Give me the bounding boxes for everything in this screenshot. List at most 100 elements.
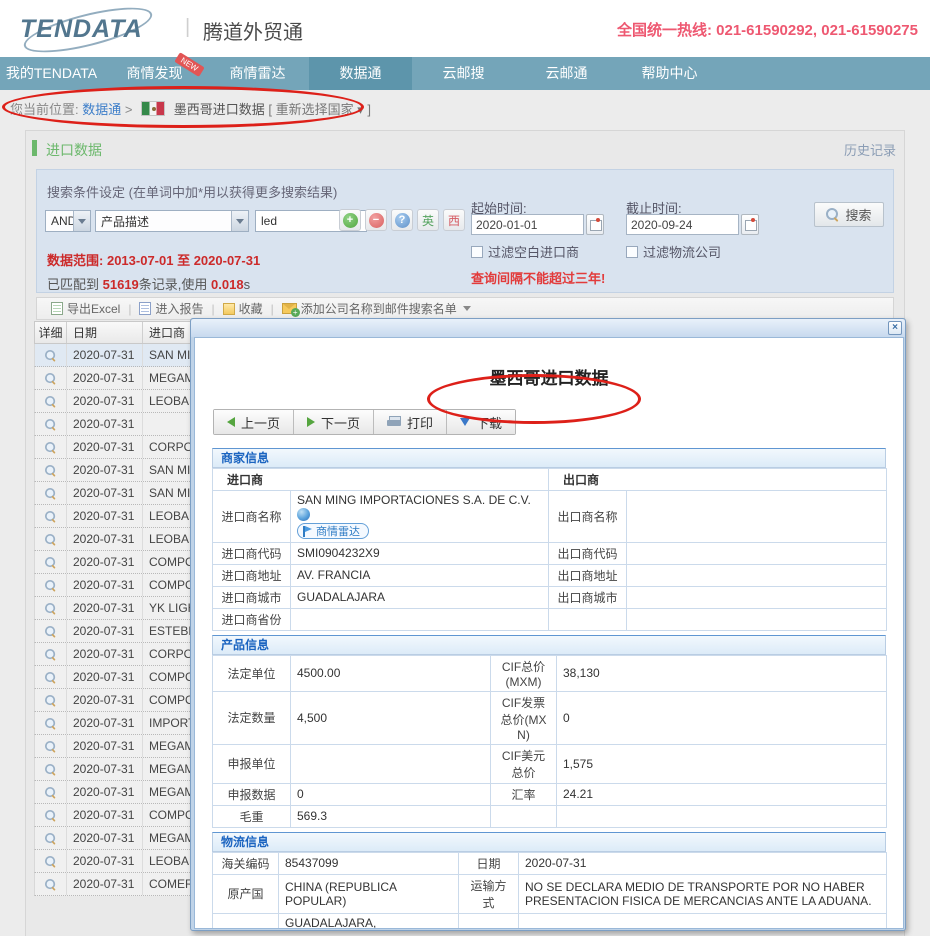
nav-tab[interactable]: 商情发现NEW [103,57,206,90]
reselect-country-link[interactable]: [ 重新选择国家 ▾ ] [268,102,371,117]
detail-magnifier-icon[interactable] [45,763,56,774]
detail-magnifier-icon[interactable] [45,349,56,360]
detail-magnifier-icon[interactable] [45,579,56,590]
row-detail-cell[interactable] [35,827,67,849]
row-detail-cell[interactable] [35,689,67,711]
nav-tab[interactable]: 我的TENDATA [0,57,103,90]
logo-text: TENDATA [20,12,180,46]
operator-select[interactable]: AND [45,210,91,232]
start-date-input[interactable] [471,214,584,235]
row-detail-cell[interactable] [35,666,67,688]
export-excel-button[interactable]: 导出Excel [43,300,128,317]
row-detail-cell[interactable] [35,344,67,366]
enter-report-button[interactable]: 进入报告 [131,300,211,317]
end-date-input[interactable] [626,214,739,235]
exporter-column-header: 出口商 [549,469,887,491]
detail-magnifier-icon[interactable] [45,809,56,820]
row-detail-cell[interactable] [35,528,67,550]
enter-report-label: 进入报告 [155,300,203,317]
row-detail-cell[interactable] [35,482,67,504]
detail-magnifier-icon[interactable] [45,694,56,705]
filter-logistics-company[interactable]: 过滤物流公司 [626,242,721,261]
nav-tab[interactable]: 数据通 [309,57,412,90]
favorite-button[interactable]: 收藏 [215,300,271,317]
detail-value [519,913,887,929]
detail-magnifier-icon[interactable] [45,878,56,889]
hotline-numbers: 021-61590292, 021-61590275 [716,22,918,39]
row-detail-cell[interactable] [35,574,67,596]
search-button-label: 搜索 [845,205,871,224]
radar-badge[interactable]: 商情雷达 [297,523,369,539]
detail-magnifier-icon[interactable] [45,418,56,429]
row-detail-cell[interactable] [35,505,67,527]
calendar-icon[interactable] [741,214,759,235]
detail-magnifier-icon[interactable] [45,441,56,452]
row-detail-cell[interactable] [35,459,67,481]
detail-magnifier-icon[interactable] [45,740,56,751]
history-link[interactable]: 历史记录 [844,140,896,159]
calendar-icon[interactable] [586,214,604,235]
detail-magnifier-icon[interactable] [45,855,56,866]
checkbox-blank-importer[interactable] [471,246,483,258]
remove-condition-button[interactable]: − [365,209,387,231]
row-detail-cell[interactable] [35,367,67,389]
detail-magnifier-icon[interactable] [45,487,56,498]
row-detail-cell[interactable] [35,758,67,780]
lang-en-button[interactable]: 英 [417,209,439,231]
checkbox-logistics[interactable] [626,246,638,258]
row-detail-cell[interactable] [35,597,67,619]
row-detail-cell[interactable] [35,436,67,458]
detail-magnifier-icon[interactable] [45,533,56,544]
condition-title-text: 搜索条件设定 [47,185,125,200]
row-detail-cell[interactable] [35,873,67,895]
row-detail-cell[interactable] [35,804,67,826]
globe-icon[interactable] [297,508,310,521]
row-detail-cell[interactable] [35,620,67,642]
help-button[interactable]: ? [391,209,413,231]
row-detail-cell[interactable] [35,643,67,665]
detail-label: 出口商城市 [549,586,627,608]
detail-magnifier-icon[interactable] [45,786,56,797]
excel-icon [51,302,63,315]
row-detail-cell[interactable] [35,781,67,803]
search-button[interactable]: 搜索 [814,202,884,227]
row-detail-cell[interactable] [35,390,67,412]
nav-tab[interactable]: 云邮搜 [412,57,515,90]
nav-tab[interactable]: 帮助中心 [618,57,721,90]
detail-magnifier-icon[interactable] [45,372,56,383]
detail-value: SMI0904232X9 [291,542,549,564]
detail-label: 进口关区 [213,913,279,929]
row-detail-cell[interactable] [35,712,67,734]
nav-tab[interactable]: 商情雷达 [206,57,309,90]
breadcrumb-link-datahub[interactable]: 数据通 [82,102,121,117]
detail-magnifier-icon[interactable] [45,556,56,567]
detail-magnifier-icon[interactable] [45,832,56,843]
print-button[interactable]: 打印 [374,410,447,434]
prev-page-button[interactable]: 上一页 [214,410,294,434]
download-button[interactable]: 下载 [447,410,515,434]
lang-es-button[interactable]: 西 [443,209,465,231]
detail-magnifier-icon[interactable] [45,510,56,521]
row-detail-cell[interactable] [35,735,67,757]
row-detail-cell[interactable] [35,850,67,872]
detail-magnifier-icon[interactable] [45,625,56,636]
next-page-button[interactable]: 下一页 [294,410,374,434]
filter-blank-importer[interactable]: 过滤空白进口商 [471,242,579,261]
nav-tab[interactable]: 云邮通 [515,57,618,90]
detail-magnifier-icon[interactable] [45,395,56,406]
detail-magnifier-icon[interactable] [45,464,56,475]
detail-magnifier-icon[interactable] [45,671,56,682]
tendata-logo[interactable]: TENDATA [20,12,180,46]
download-label: 下载 [476,413,502,432]
row-detail-cell[interactable] [35,551,67,573]
prev-page-label: 上一页 [241,413,280,432]
row-date: 2020-07-31 [67,505,143,527]
add-condition-button[interactable]: + [339,209,361,231]
close-icon[interactable]: × [888,321,902,335]
add-to-mail-list-button[interactable]: 添加公司名称到邮件搜索名单 [274,300,479,317]
row-detail-cell[interactable] [35,413,67,435]
detail-magnifier-icon[interactable] [45,602,56,613]
detail-magnifier-icon[interactable] [45,717,56,728]
detail-magnifier-icon[interactable] [45,648,56,659]
field-select[interactable]: 产品描述 [95,210,249,232]
